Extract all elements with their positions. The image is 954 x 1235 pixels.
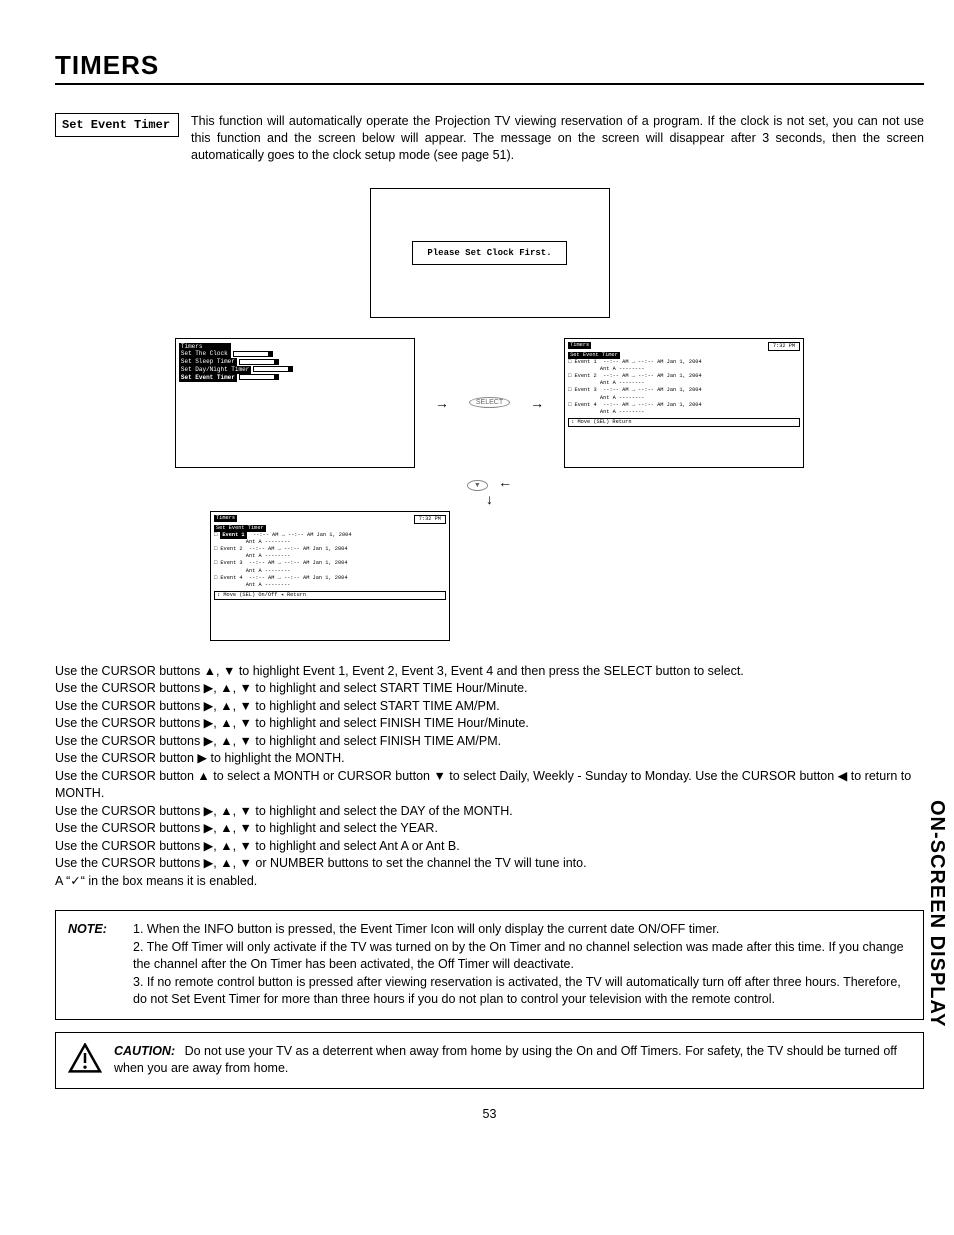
ev2b-line: --:-- AM → --:-- AM Jan 1, 2004	[249, 546, 348, 552]
menu-item-daynight: Set Day/Night Timer	[179, 366, 251, 374]
instruction-block: Use the CURSOR buttons ▲, ▼ to highlight…	[55, 663, 924, 891]
event-timer-screen-2: Timers 7:32 PM Set Event Timer □ Event 1…	[210, 511, 450, 641]
instr-4: Use the CURSOR buttons ▶, ▲, ▼ to highli…	[55, 715, 924, 733]
menu-header: Timers	[179, 343, 231, 351]
ev-return-line-2: ↕ Move (SEL) On/Off ◂ Return	[214, 591, 446, 600]
note-item-1: 1. When the INFO button is pressed, the …	[133, 921, 911, 939]
instr-9: Use the CURSOR buttons ▶, ▲, ▼ to highli…	[55, 820, 924, 838]
caution-label: CAUTION:	[114, 1044, 175, 1058]
ev2-clock: 7:32 PM	[414, 515, 446, 524]
ev-clock: 7:32 PM	[768, 342, 800, 351]
ev3-label: Event 3	[574, 387, 596, 393]
note-item-3: 3. If no remote control button is presse…	[133, 974, 911, 1009]
note-item-2: 2. The Off Timer will only activate if t…	[133, 939, 911, 974]
arrow-right-icon: →	[530, 395, 544, 411]
ev2-breadcrumb1: Timers	[214, 515, 237, 522]
instr-7: Use the CURSOR button ▲ to select a MONT…	[55, 768, 924, 803]
warning-icon	[68, 1043, 102, 1079]
arrow-down-icon: ↓	[486, 491, 493, 507]
note-label: NOTE:	[68, 921, 123, 1009]
clock-warning-message: Please Set Clock First.	[412, 241, 566, 265]
ev4-label: Event 4	[574, 402, 596, 408]
ev2-line: --:-- AM → --:-- AM Jan 1, 2004	[603, 373, 702, 379]
arrow-left-icon: ←	[498, 474, 512, 490]
ev1b-line: --:-- AM → --:-- AM Jan 1, 2004	[253, 532, 352, 538]
ev3b-line: --:-- AM → --:-- AM Jan 1, 2004	[249, 560, 348, 566]
ev2-ant: Ant A --------	[600, 380, 645, 386]
side-section-label: ON-SCREEN DISPLAY	[925, 800, 948, 1027]
ev3-ant: Ant A --------	[600, 395, 645, 401]
section-label-box: Set Event Timer	[55, 113, 179, 137]
ev1b-label: Event 1	[220, 532, 246, 539]
down-button-icon: ▼	[467, 480, 488, 491]
ev2b-label: Event 2	[220, 546, 242, 552]
ev4b-ant: Ant A --------	[246, 582, 291, 588]
menu-item-clock: Set The Clock	[179, 350, 231, 358]
ev2-label: Event 2	[574, 373, 596, 379]
ev4-ant: Ant A --------	[600, 409, 645, 415]
instr-11: Use the CURSOR buttons ▶, ▲, ▼ or NUMBER…	[55, 855, 924, 873]
select-button-icon: SELECT	[469, 397, 510, 408]
ev2b-ant: Ant A --------	[246, 553, 291, 559]
ev1-label: Event 1	[574, 359, 596, 365]
page-title: TIMERS	[55, 50, 924, 85]
ev-return-line: ↕ Move (SEL) Return	[568, 418, 800, 427]
ev4b-label: Event 4	[220, 575, 242, 581]
ev-breadcrumb1: Timers	[568, 342, 591, 349]
instr-10: Use the CURSOR buttons ▶, ▲, ▼ to highli…	[55, 838, 924, 856]
clock-warning-screen: Please Set Clock First.	[370, 188, 610, 318]
instr-2: Use the CURSOR buttons ▶, ▲, ▼ to highli…	[55, 680, 924, 698]
ev3b-ant: Ant A --------	[246, 568, 291, 574]
note-box: NOTE: 1. When the INFO button is pressed…	[55, 910, 924, 1020]
ev2-breadcrumb2: Set Event Timer	[214, 525, 266, 532]
page-number: 53	[55, 1107, 924, 1121]
ev1b-ant: Ant A --------	[246, 539, 291, 545]
ev-breadcrumb2: Set Event Timer	[568, 352, 620, 359]
event-timer-screen-1: Timers 7:32 PM Set Event Timer □ Event 1…	[564, 338, 804, 468]
instr-5: Use the CURSOR buttons ▶, ▲, ▼ to highli…	[55, 733, 924, 751]
ev3b-label: Event 3	[220, 560, 242, 566]
arrow-right-icon: →	[435, 395, 449, 411]
timers-menu-screen: Timers Set The Clock Set Sleep Timer Set…	[175, 338, 415, 468]
instr-1: Use the CURSOR buttons ▲, ▼ to highlight…	[55, 663, 924, 681]
caution-box: CAUTION: Do not use your TV as a deterre…	[55, 1032, 924, 1090]
ev4-line: --:-- AM → --:-- AM Jan 1, 2004	[603, 402, 702, 408]
instr-8: Use the CURSOR buttons ▶, ▲, ▼ to highli…	[55, 803, 924, 821]
ev3-line: --:-- AM → --:-- AM Jan 1, 2004	[603, 387, 702, 393]
ev1-line: --:-- AM → --:-- AM Jan 1, 2004	[603, 359, 702, 365]
instr-12: A “✓“ in the box means it is enabled.	[55, 873, 924, 891]
menu-item-event: Set Event Timer	[179, 374, 237, 382]
instr-6: Use the CURSOR button ▶ to highlight the…	[55, 750, 924, 768]
caution-text: Do not use your TV as a deterrent when a…	[114, 1044, 897, 1076]
intro-paragraph: This function will automatically operate…	[191, 113, 924, 164]
ev1-ant: Ant A --------	[600, 366, 645, 372]
menu-item-sleep: Set Sleep Timer	[179, 358, 237, 366]
instr-3: Use the CURSOR buttons ▶, ▲, ▼ to highli…	[55, 698, 924, 716]
ev4b-line: --:-- AM → --:-- AM Jan 1, 2004	[249, 575, 348, 581]
